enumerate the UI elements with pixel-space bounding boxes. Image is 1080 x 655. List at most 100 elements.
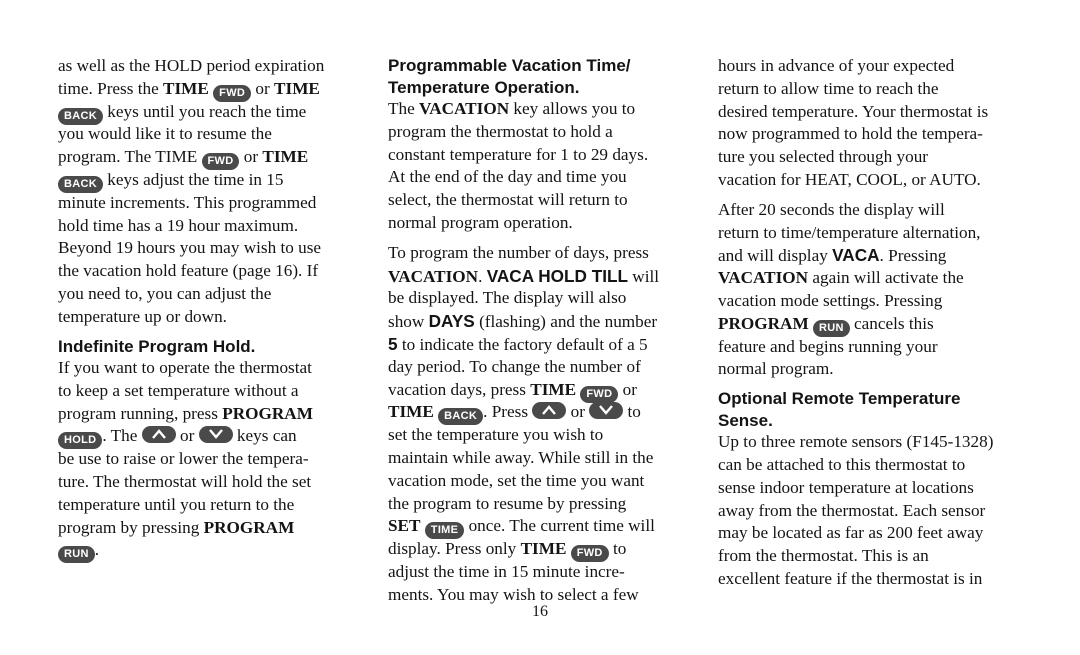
page-number: 16 (532, 603, 548, 620)
display-text: VACA (832, 245, 880, 266)
text-line: display. Press only TIME FWD to (388, 538, 698, 563)
run-key-icon: RUN (58, 546, 95, 564)
text-line: you would like it to resume the (58, 124, 272, 144)
text: and will display (718, 246, 833, 266)
text-line: normal program. (718, 359, 834, 379)
section-heading: Programmable Vacation Time/ (388, 56, 631, 75)
column-1: as well as the HOLD period expiration ti… (58, 55, 368, 564)
bold-text: TIME (163, 78, 209, 98)
text: cancels this (849, 313, 934, 333)
bold-text: TIME (530, 379, 577, 399)
text-line: temperature up or down. (58, 306, 227, 326)
text: . (94, 540, 100, 560)
text-line: VACATION. VACA HOLD TILL will (388, 265, 698, 288)
text: show (388, 312, 429, 332)
text-line: program running, press PROGRAM (58, 403, 368, 426)
text-line: the program to resume by pressing (388, 493, 627, 513)
text-line: RUN. (58, 539, 368, 564)
bold-text: PROGRAM (203, 517, 295, 537)
text-line: vacation for HEAT, COOL, or AUTO. (718, 169, 981, 189)
text-line: The VACATION key allows you to (388, 98, 698, 121)
display-text: VACA HOLD TILL (486, 265, 628, 286)
text-line: away from the thermostat. Each sensor (718, 500, 986, 520)
text-line: HOLD. The or keys can (58, 425, 368, 450)
text-line: VACATION again will activate the (718, 267, 1028, 290)
text-line: If you want to operate the thermostat (58, 358, 312, 378)
text-line: select, the thermostat will return to (388, 190, 628, 210)
time-key-icon: TIME (424, 522, 465, 540)
display-text: 5 (388, 333, 398, 354)
fwd-key-icon: FWD (570, 545, 609, 563)
text-line: day period. To change the number of (388, 356, 641, 376)
section-heading: Optional Remote Temperature (718, 389, 961, 409)
text-line: program the thermostat to hold a (388, 121, 613, 141)
text: time. Press the (58, 78, 164, 98)
fwd-key-icon: FWD (201, 153, 240, 171)
text-line: Beyond 19 hours you may wish to use (58, 238, 322, 258)
back-key-icon: BACK (438, 408, 484, 426)
text-line: as well as the HOLD period expiration (58, 56, 325, 75)
text-line: 5 to indicate the factory default of a 5 (388, 333, 698, 356)
text-line: can be attached to this thermostat to (718, 454, 966, 474)
text-line: TIME BACK. Press or to (388, 401, 698, 426)
text: or (251, 78, 275, 98)
text: or (175, 426, 199, 446)
text: once. The current time will (464, 516, 655, 536)
text-line: and will display VACA. Pressing (718, 244, 1028, 267)
section-heading: Indefinite Program Hold. (58, 336, 256, 356)
back-key-icon: BACK (58, 107, 103, 125)
text: keys can (232, 426, 297, 446)
section-heading: Temperature Operation. (388, 77, 580, 97)
text-line: excellent feature if the thermostat is i… (718, 568, 983, 588)
text: . Press (483, 402, 533, 422)
bold-text: TIME (262, 147, 309, 167)
bold-text: TIME (388, 402, 434, 422)
text-line: BACK keys until you reach the time (58, 101, 368, 125)
text-line: the vacation hold feature (page 16). If (58, 261, 319, 281)
text-line: feature and begins running your (718, 336, 938, 356)
text-line: set the temperature you wish to (388, 425, 604, 445)
column-2: Programmable Vacation Time/ Temperature … (388, 55, 698, 607)
text-line: minute increments. This programmed (58, 192, 317, 212)
text-line: vacation days, press TIME FWD or (388, 379, 698, 403)
bold-text: PROGRAM (718, 313, 809, 333)
text-line: now programmed to hold the tempera- (718, 124, 983, 144)
fwd-key-icon: FWD (580, 385, 619, 403)
text: key allows you to (509, 99, 636, 118)
text-line: may be located as far as 200 feet away (718, 523, 984, 543)
text-line: BACK keys adjust the time in 15 (58, 169, 368, 193)
text: or (618, 379, 637, 399)
text-line: time. Press the TIME FWD or TIME (58, 78, 368, 102)
text: keys adjust the time in 15 (102, 169, 284, 189)
text: vacation days, press (388, 379, 531, 399)
text: program running, press (58, 403, 223, 423)
text-line: be use to raise or lower the tempera- (58, 449, 309, 469)
text-line: sense indoor temperature at locations (718, 477, 974, 497)
bold-text: VACATION (419, 99, 510, 118)
text-line: show DAYS (flashing) and the number (388, 310, 698, 333)
text: . The (102, 426, 142, 446)
hold-key-icon: HOLD (58, 432, 103, 450)
text: or (239, 147, 263, 167)
text-line: vacation mode settings. Pressing (718, 290, 943, 310)
text-line: maintain while away. While still in the (388, 447, 654, 467)
text-line: hours in advance of your expected (718, 56, 955, 75)
display-text: DAYS (428, 311, 475, 332)
text-line: from the thermostat. This is an (718, 546, 929, 566)
column-3: hours in advance of your expected return… (718, 55, 1028, 591)
text-line: PROGRAM RUN cancels this (718, 313, 1028, 337)
down-arrow-key-icon (198, 426, 233, 444)
down-arrow-key-icon (589, 402, 624, 420)
text-line: temperature until you return to the (58, 494, 295, 514)
text: again will activate the (808, 268, 964, 288)
up-arrow-key-icon (141, 426, 176, 444)
bold-text: PROGRAM (222, 403, 313, 423)
text-line: After 20 seconds the display will (718, 199, 945, 219)
text-line: ture you selected through your (718, 147, 929, 167)
text-line: hold time has a 19 hour maximum. (58, 215, 299, 235)
text: . (478, 266, 487, 286)
section-heading: Sense. (718, 410, 773, 430)
text-line: to keep a set temperature without a (58, 380, 299, 400)
text: to (623, 402, 641, 422)
text-line: return to allow time to reach the (718, 78, 939, 98)
